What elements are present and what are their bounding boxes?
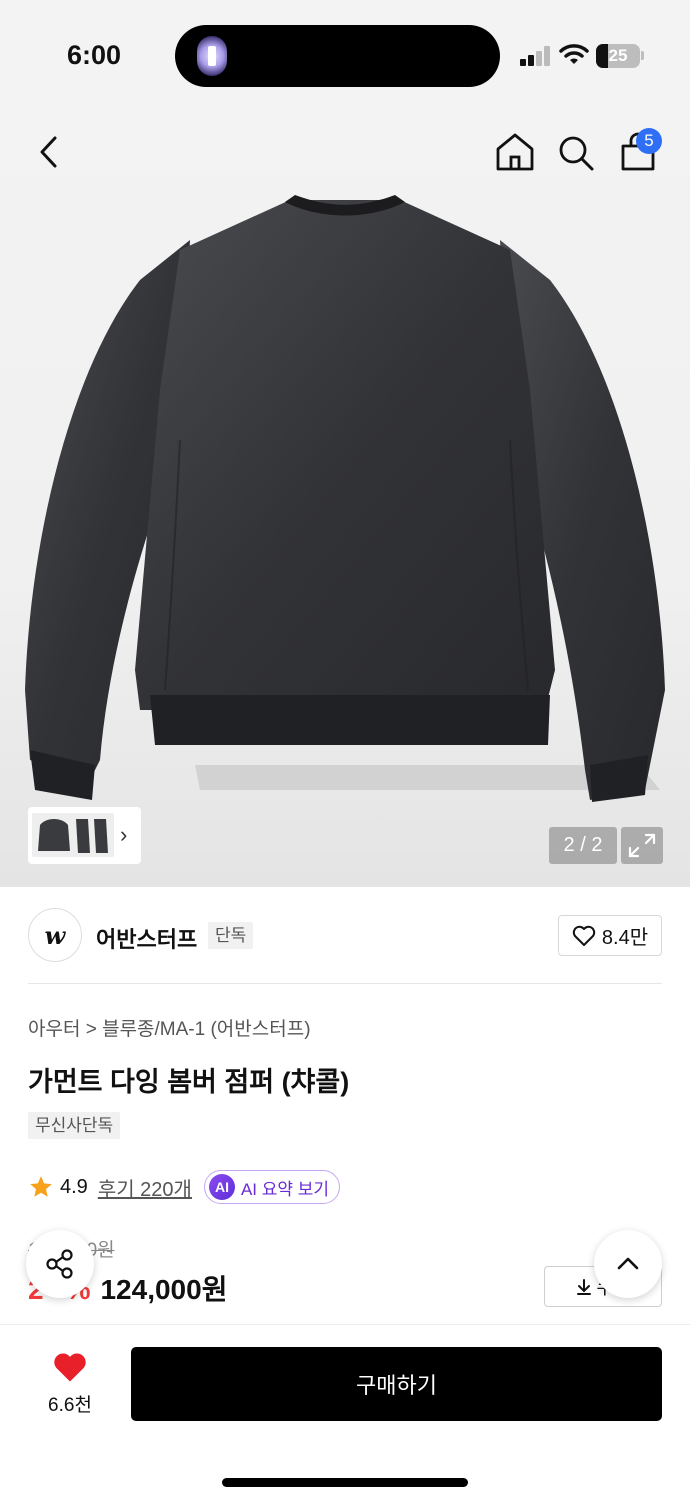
review-link[interactable]: 후기 220개: [98, 1173, 192, 1202]
share-icon: [46, 1249, 73, 1279]
wifi-icon: [559, 44, 589, 64]
gallery-page-indicator: 2 / 2: [549, 827, 617, 864]
brand-exclusive-tag: 단독: [208, 922, 254, 949]
back-icon[interactable]: [30, 130, 70, 174]
bottom-action-bar: 6.6천 구매하기: [0, 1324, 690, 1500]
download-icon: [577, 1278, 592, 1295]
exclusive-tag: 무신사단독: [28, 1112, 121, 1139]
brand-name[interactable]: 어반스터프: [96, 922, 197, 954]
divider: [28, 983, 662, 984]
star-icon: [30, 1176, 52, 1197]
brand-like-count: 8.4만: [601, 927, 649, 949]
breadcrumb[interactable]: 아우터 > 블루종/MA-1 (어반스터프): [28, 1014, 311, 1041]
sale-price: 124,000원: [100, 1274, 228, 1305]
search-icon[interactable]: [556, 130, 596, 174]
dynamic-island: [175, 25, 500, 87]
buy-button[interactable]: 구매하기: [131, 1347, 662, 1421]
battery-level: 25: [608, 46, 628, 65]
scroll-top-button[interactable]: [594, 1230, 662, 1298]
ai-summary-label: AI 요약 보기: [240, 1179, 330, 1199]
brand-row[interactable]: w 어반스터프 단독 8.4만: [28, 908, 662, 964]
share-button[interactable]: [26, 1230, 94, 1298]
flashlight-icon: [197, 36, 227, 76]
chevron-right-icon[interactable]: ›: [120, 822, 127, 848]
thumbnail-strip[interactable]: ›: [28, 807, 141, 864]
status-bar: 6:00 25: [0, 0, 690, 110]
heart-filled-icon: [54, 1353, 86, 1382]
chevron-up-icon: [617, 1257, 639, 1270]
product-title: 가먼트 다잉 봄버 점퍼 (챠콜): [28, 1067, 350, 1097]
home-icon[interactable]: [494, 130, 536, 174]
wishlist-button[interactable]: 6.6천: [40, 1351, 100, 1417]
ai-summary-button[interactable]: AI AI 요약 보기: [203, 1170, 341, 1204]
status-time: 6:00: [67, 40, 122, 70]
brand-like-button[interactable]: 8.4만: [558, 915, 662, 956]
battery-icon: 25: [596, 44, 640, 68]
rating-row: 4.9 후기 220개 AI AI 요약 보기: [28, 1170, 341, 1204]
product-image-gallery[interactable]: 5 › 2 / 2: [0, 110, 690, 887]
signal-icon: [520, 46, 552, 66]
heart-outline-icon: [572, 925, 596, 946]
product-photo: [25, 195, 665, 802]
expand-icon[interactable]: [621, 827, 663, 864]
ai-badge-icon: AI: [208, 1174, 235, 1200]
rating-value: 4.9: [60, 1175, 88, 1198]
wishlist-count: 6.6천: [48, 1395, 92, 1416]
thumbnail-image[interactable]: [32, 813, 114, 857]
brand-logo[interactable]: w: [28, 908, 82, 962]
home-indicator: [222, 1478, 468, 1487]
cart-count-badge: 5: [636, 128, 662, 154]
